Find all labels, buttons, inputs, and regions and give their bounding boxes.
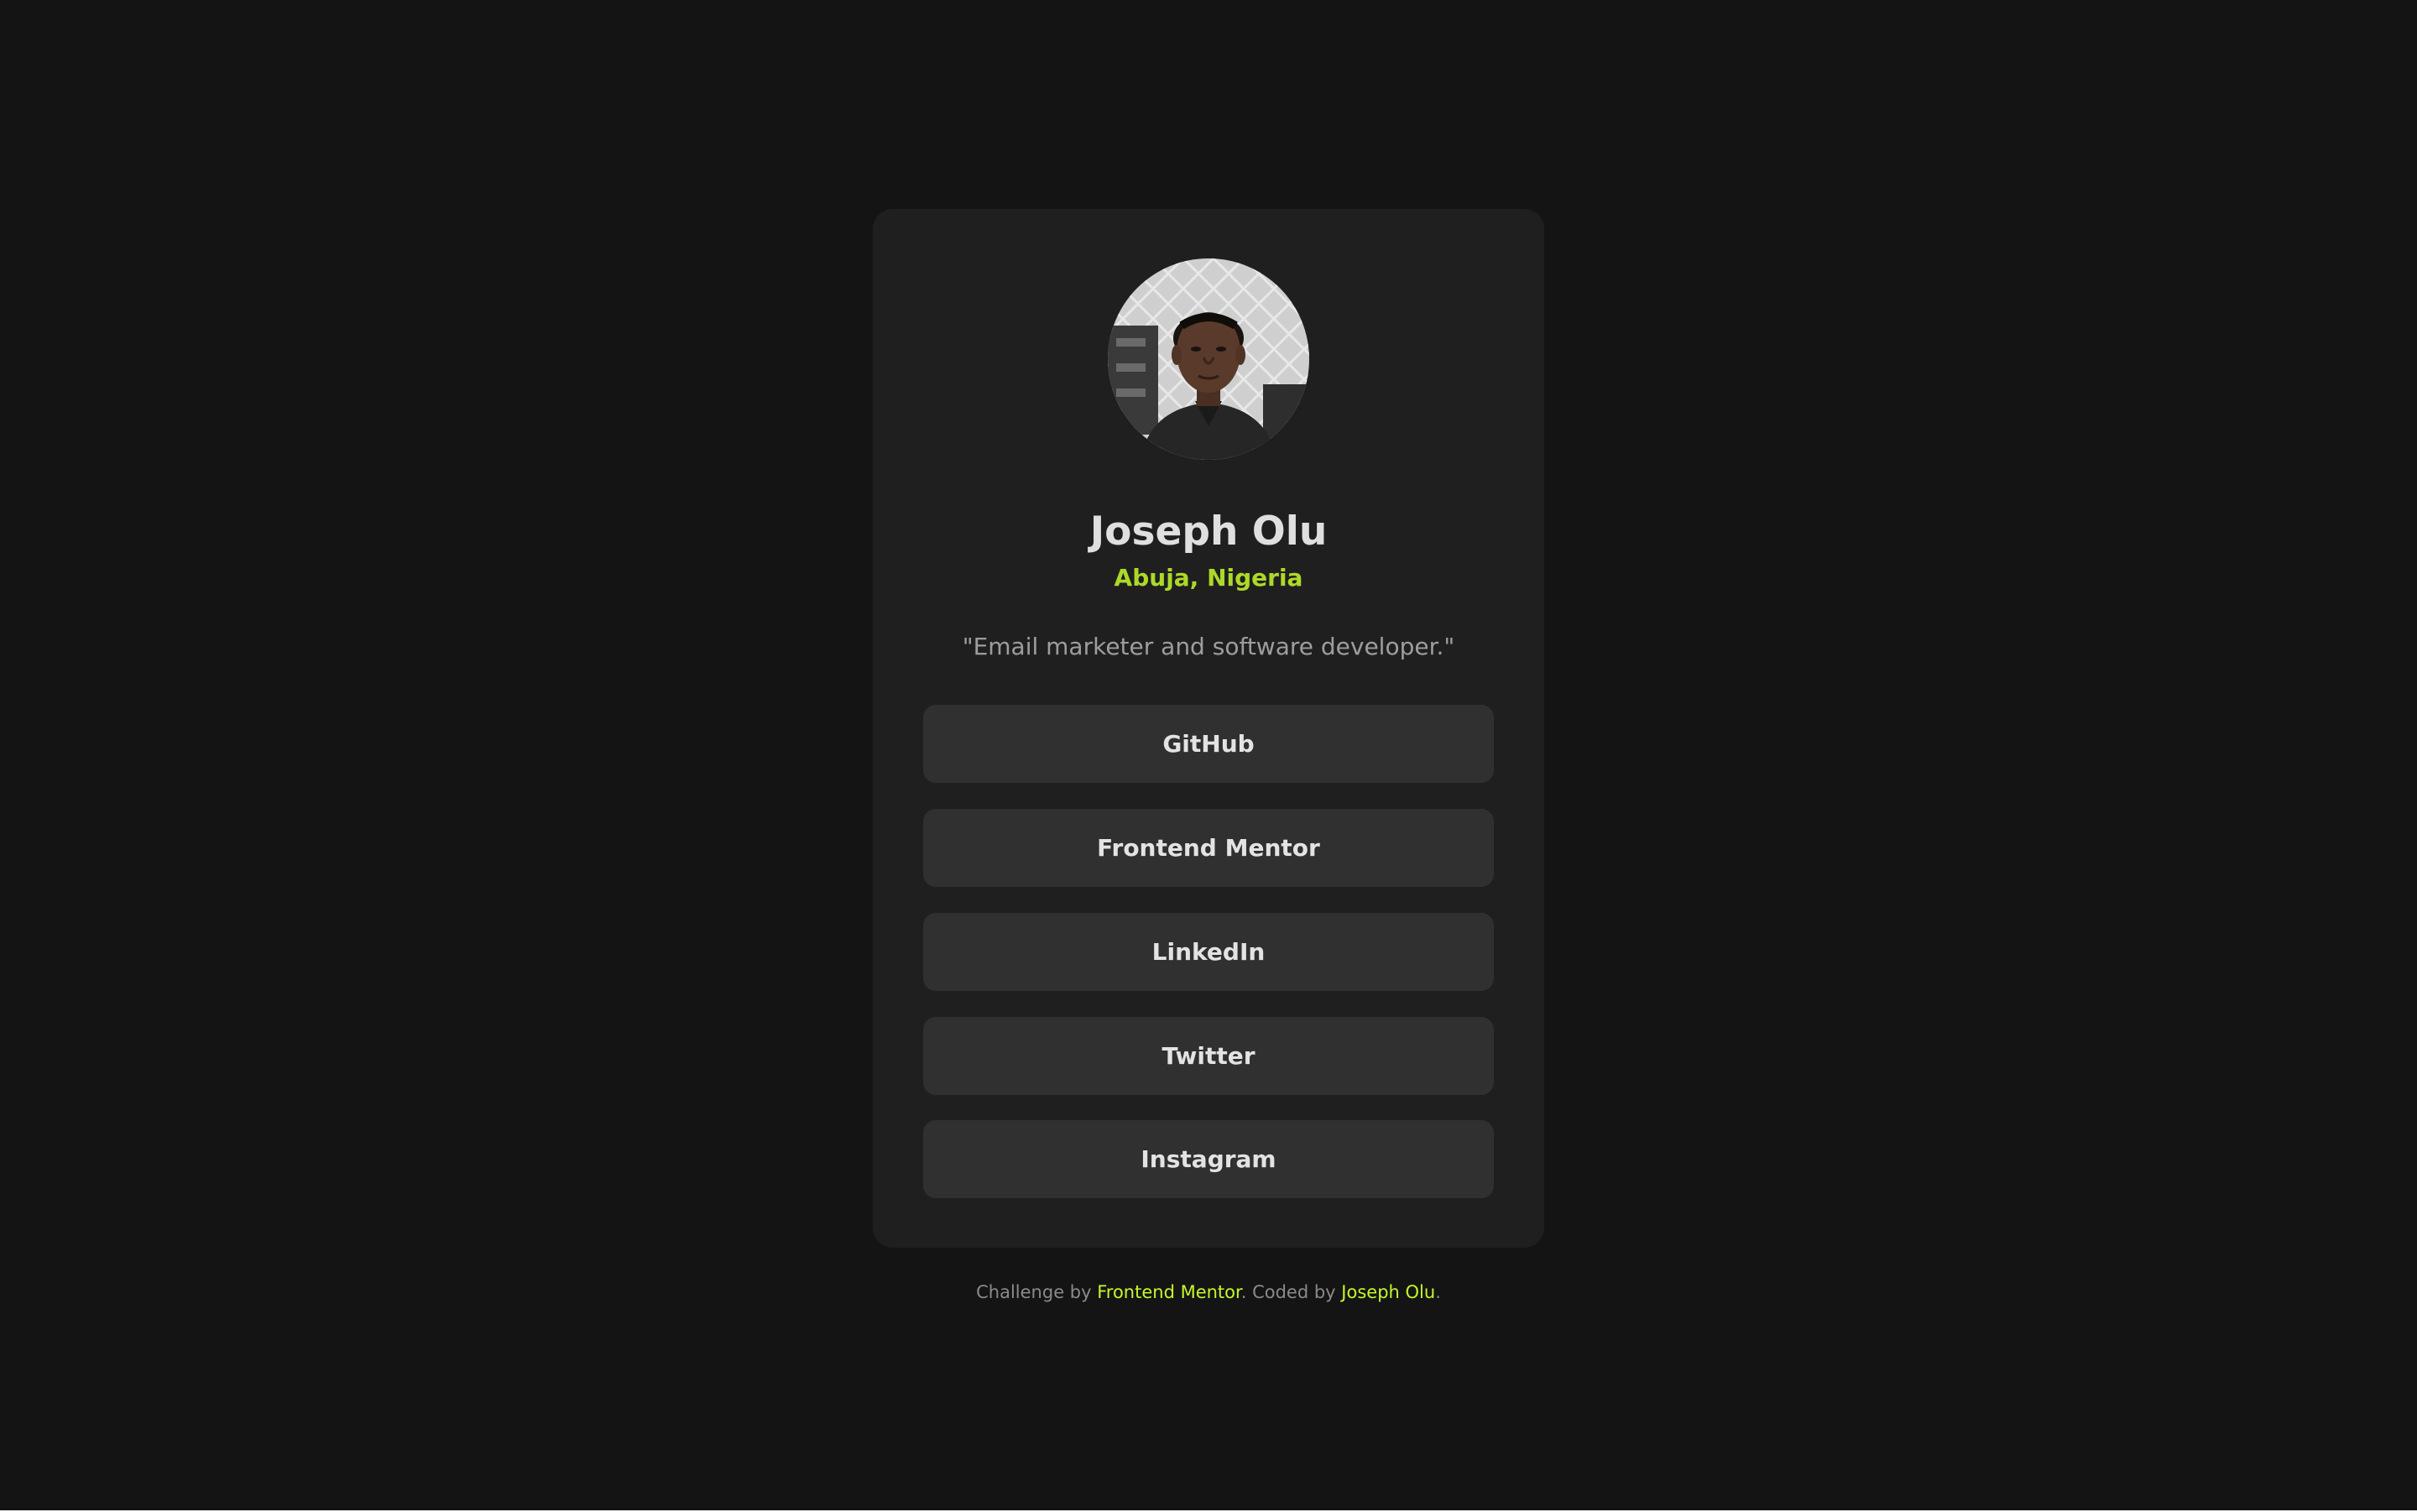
attribution-prefix: Challenge by [976, 1282, 1098, 1302]
attribution-footer: Challenge by Frontend Mentor. Coded by J… [0, 1277, 2417, 1307]
attribution-middle: . Coded by [1240, 1282, 1342, 1302]
profile-bio: "Email marketer and software developer." [962, 633, 1455, 660]
author-link[interactable]: Joseph Olu [1341, 1282, 1435, 1302]
attribution-suffix: . [1435, 1282, 1441, 1302]
avatar [1108, 258, 1309, 460]
avatar-photo [1108, 258, 1309, 460]
profile-name: Joseph Olu [1089, 508, 1328, 555]
link-github-button[interactable]: GitHub [923, 705, 1494, 783]
page-background: Joseph Olu Abuja, Nigeria "Email markete… [0, 0, 2417, 1510]
profile-card: Joseph Olu Abuja, Nigeria "Email markete… [873, 209, 1544, 1248]
link-twitter-button[interactable]: Twitter [923, 1017, 1494, 1095]
link-frontend-mentor-button[interactable]: Frontend Mentor [923, 809, 1494, 887]
frontend-mentor-link[interactable]: Frontend Mentor [1097, 1282, 1241, 1302]
link-linkedin-button[interactable]: LinkedIn [923, 913, 1494, 991]
profile-location: Abuja, Nigeria [1114, 564, 1303, 592]
link-instagram-button[interactable]: Instagram [923, 1120, 1494, 1198]
